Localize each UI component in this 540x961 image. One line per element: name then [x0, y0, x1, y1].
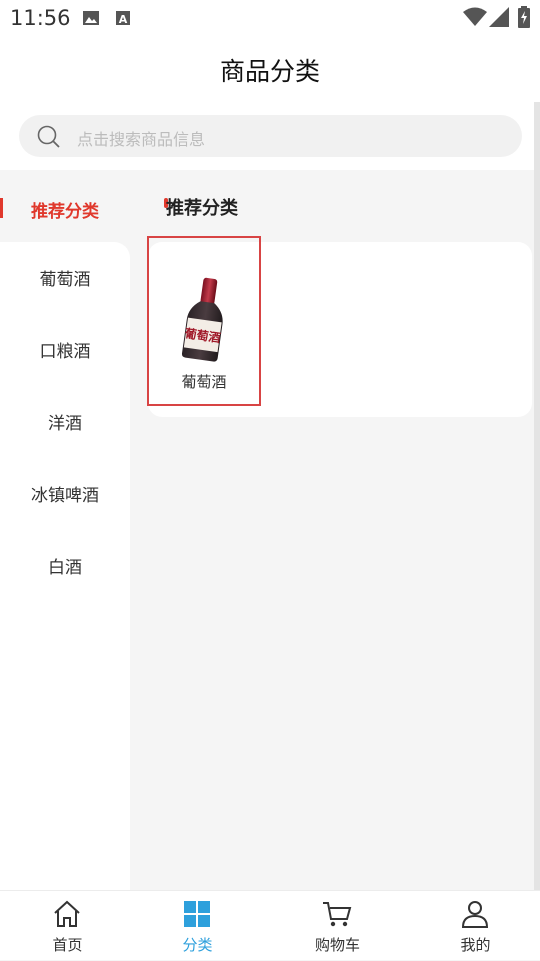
tab-cart[interactable]: 购物车	[270, 891, 405, 961]
product-label: 葡萄酒	[181, 373, 227, 391]
page-title: 商品分类	[219, 57, 320, 86]
sidebar-item-ration-liquor[interactable]: 口粮酒	[0, 322, 130, 382]
sidebar-item-iced-beer[interactable]: 冰镇啤酒	[0, 466, 130, 526]
tab-label: 首页	[52, 936, 83, 954]
image-icon	[82, 9, 100, 31]
user-icon	[460, 899, 490, 933]
tab-category[interactable]: 分类	[130, 891, 265, 961]
section-title: 推荐分类	[166, 198, 238, 219]
text-a-icon: A	[115, 9, 131, 31]
search-area: 点击搜索商品信息	[0, 102, 534, 170]
cart-icon	[322, 899, 352, 933]
tab-label: 分类	[182, 936, 213, 954]
search-icon	[36, 124, 60, 152]
sidebar-item-baijiu[interactable]: 白酒	[0, 538, 130, 598]
svg-text:A: A	[119, 13, 128, 26]
scrollbar[interactable]	[534, 102, 540, 892]
sidebar-item-wine[interactable]: 葡萄酒	[0, 250, 130, 310]
status-time: 11:56	[10, 6, 71, 30]
tab-label: 我的	[460, 936, 491, 954]
home-icon	[52, 899, 82, 933]
tab-profile[interactable]: 我的	[408, 891, 540, 961]
search-placeholder: 点击搜索商品信息	[77, 130, 206, 149]
product-card-wine[interactable]: 葡萄酒 葡萄酒	[147, 236, 261, 406]
status-bar: 11:56 A	[0, 0, 540, 36]
title-bar: 商品分类	[0, 36, 540, 102]
sidebar-item-label: 推荐分类	[31, 202, 99, 222]
category-grid-icon	[182, 899, 212, 933]
search-input[interactable]: 点击搜索商品信息	[19, 115, 522, 157]
wine-bottle-icon: 葡萄酒	[179, 276, 231, 366]
battery-icon	[518, 6, 530, 32]
tab-label: 购物车	[314, 936, 360, 954]
sidebar-item-imported-liquor[interactable]: 洋酒	[0, 394, 130, 454]
category-sidebar: 葡萄酒 口粮酒 洋酒 冰镇啤酒 白酒	[0, 242, 130, 892]
bottom-tab-bar: 首页 分类 购物车 我的	[0, 890, 540, 960]
tab-home[interactable]: 首页	[0, 891, 135, 961]
wifi-icon	[463, 7, 487, 31]
signal-icon	[489, 7, 509, 31]
sidebar-item-recommended[interactable]: 推荐分类	[0, 182, 130, 232]
